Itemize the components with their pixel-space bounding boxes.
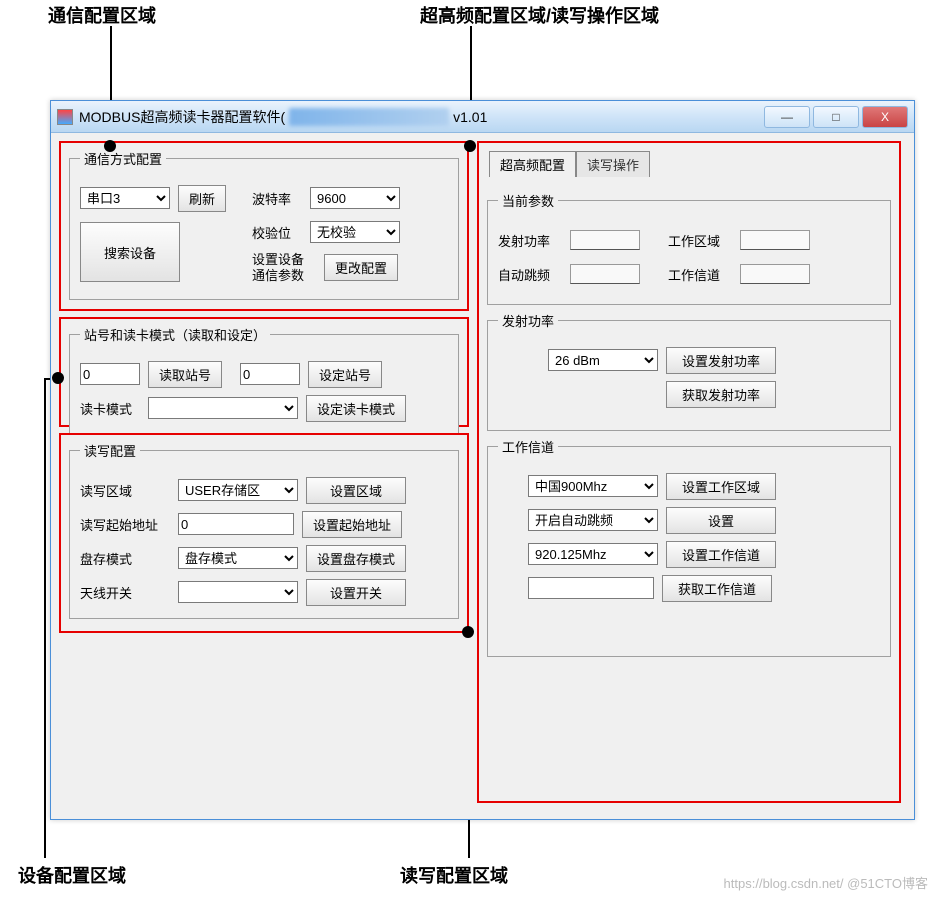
rw-legend: 读写配置	[80, 441, 140, 460]
inventory-label: 盘存模式	[80, 549, 170, 568]
tab-uhf-config[interactable]: 超高频配置	[489, 151, 576, 177]
get-channel-button[interactable]: 获取工作信道	[662, 575, 772, 602]
get-txpower-button[interactable]: 获取发射功率	[666, 381, 776, 408]
station-legend: 站号和读卡模式（读取和设定）	[80, 325, 270, 344]
app-window: MODBUS超高频读卡器配置软件( v1.01 — □ X 通信方式配置 串口3…	[50, 100, 915, 820]
watermark: https://blog.csdn.net/ @51CTO博客	[724, 873, 928, 892]
cur-workch-label: 工作信道	[668, 265, 732, 284]
port-select[interactable]: 串口3	[80, 187, 170, 209]
set-addr-button[interactable]: 设置起始地址	[302, 511, 402, 538]
readmode-label: 读卡模式	[80, 399, 140, 418]
set-channel-button[interactable]: 设置工作信道	[666, 541, 776, 568]
cur-autohop-label: 自动跳频	[498, 265, 562, 284]
cur-workarea-value	[740, 230, 810, 250]
panel-rwconfig: 读写配置 读写区域 USER存储区 设置区域 读写起始地址 设置起始地址 盘存模…	[59, 433, 469, 633]
freq-select[interactable]: 920.125Mhz	[528, 543, 658, 565]
cur-txpower-label: 发射功率	[498, 231, 562, 250]
parity-select[interactable]: 无校验	[310, 221, 400, 243]
read-station-input[interactable]	[80, 363, 140, 385]
cur-txpower-value	[570, 230, 640, 250]
cur-autohop-value	[570, 264, 640, 284]
annotation-uhf-rw: 超高频配置区域/读写操作区域	[420, 2, 659, 28]
area-select[interactable]: USER存储区	[178, 479, 298, 501]
comm-legend: 通信方式配置	[80, 149, 166, 168]
cur-workarea-label: 工作区域	[668, 231, 732, 250]
parity-label: 校验位	[252, 223, 302, 242]
annotation-rwcfg: 读写配置区域	[400, 862, 508, 888]
set-txpower-button[interactable]: 设置发射功率	[666, 347, 776, 374]
readmode-select[interactable]	[148, 397, 298, 419]
txpower-select[interactable]: 26 dBm	[548, 349, 658, 371]
current-channel-input[interactable]	[528, 577, 654, 599]
antenna-select[interactable]	[178, 581, 298, 603]
read-station-button[interactable]: 读取站号	[148, 361, 222, 388]
panel-comm: 通信方式配置 串口3 刷新 搜索设备 波特率	[59, 141, 469, 311]
title-version: v1.01	[453, 109, 487, 125]
annotation-device: 设备配置区域	[18, 862, 126, 888]
region-select[interactable]: 中国900Mhz	[528, 475, 658, 497]
current-legend: 当前参数	[498, 191, 558, 210]
baud-select[interactable]: 9600	[310, 187, 400, 209]
panel-uhf: 超高频配置 读写操作 当前参数 发射功率 工作区域 自动跳频 工作信道	[477, 141, 901, 803]
app-icon	[57, 109, 73, 125]
title-prefix: MODBUS超高频读卡器配置软件(	[79, 107, 285, 127]
channel-legend: 工作信道	[498, 437, 558, 456]
set-station-button[interactable]: 设定站号	[308, 361, 382, 388]
set-antenna-button[interactable]: 设置开关	[306, 579, 406, 606]
set-inventory-button[interactable]: 设置盘存模式	[306, 545, 406, 572]
baud-label: 波特率	[252, 189, 302, 208]
addr-label: 读写起始地址	[80, 515, 170, 534]
change-config-button[interactable]: 更改配置	[324, 254, 398, 281]
cur-workch-value	[740, 264, 810, 284]
set-region-button[interactable]: 设置工作区域	[666, 473, 776, 500]
search-device-button[interactable]: 搜索设备	[80, 222, 180, 282]
titlebar: MODBUS超高频读卡器配置软件( v1.01 — □ X	[51, 101, 914, 133]
minimize-button[interactable]: —	[764, 106, 810, 128]
devparam-label: 设置设备通信参数	[252, 252, 316, 283]
set-readmode-button[interactable]: 设定读卡模式	[306, 395, 406, 422]
maximize-button[interactable]: □	[813, 106, 859, 128]
inventory-select[interactable]: 盘存模式	[178, 547, 298, 569]
addr-input[interactable]	[178, 513, 294, 535]
set-station-input[interactable]	[240, 363, 300, 385]
set-area-button[interactable]: 设置区域	[306, 477, 406, 504]
title-blurred	[289, 108, 449, 126]
close-button[interactable]: X	[862, 106, 908, 128]
antenna-label: 天线开关	[80, 583, 170, 602]
tab-rw-ops[interactable]: 读写操作	[576, 151, 650, 177]
panel-station: 站号和读卡模式（读取和设定） 读取站号 设定站号 读卡模式 设定读卡模式	[59, 317, 469, 427]
set-autohop-button[interactable]: 设置	[666, 507, 776, 534]
tx-legend: 发射功率	[498, 311, 558, 330]
annotation-comm: 通信配置区域	[48, 2, 156, 28]
refresh-button[interactable]: 刷新	[178, 185, 226, 212]
area-label: 读写区域	[80, 481, 170, 500]
autohop-select[interactable]: 开启自动跳频	[528, 509, 658, 531]
